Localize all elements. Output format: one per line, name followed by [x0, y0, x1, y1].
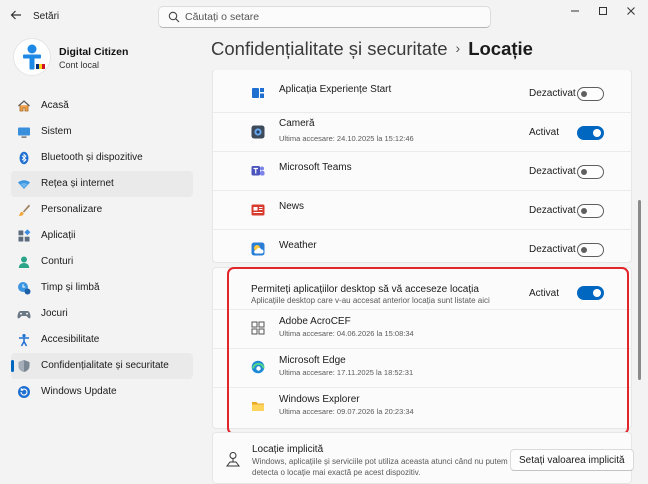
sidebar-item-personalization[interactable]: Personalizare	[11, 197, 193, 223]
toggle-start-experiences[interactable]	[577, 87, 604, 101]
breadcrumb-parent[interactable]: Confidențialitate și securitate	[211, 38, 448, 59]
app-row-teams: Microsoft Teams Dezactivat	[213, 152, 632, 191]
close-icon[interactable]	[620, 6, 642, 20]
toggle-news[interactable]	[577, 204, 604, 218]
start-experiences-icon	[252, 88, 264, 98]
desktop-app-explorer: Windows Explorer Ultima accesare: 09.07.…	[213, 388, 632, 427]
desktop-apps-header: Permiteți aplicațiilor desktop să vă acc…	[213, 274, 632, 310]
maximize-icon[interactable]	[592, 6, 614, 20]
profile-name: Digital Citizen	[59, 46, 129, 58]
app-row-start-experiences: Aplicația Experiențe Start Dezactivat	[213, 74, 632, 113]
explorer-icon	[252, 402, 264, 411]
page-title: Locație	[468, 38, 533, 59]
sidebar-item-gaming[interactable]: Jocuri	[11, 301, 193, 327]
camera-icon	[251, 125, 265, 139]
digital-citizen-logo-icon	[23, 44, 45, 70]
sidebar-nav: Acasă Sistem Bluetooth și dispozitive Re…	[11, 93, 193, 405]
sidebar-item-bluetooth[interactable]: Bluetooth și dispozitive	[11, 145, 193, 171]
edge-icon	[251, 360, 265, 374]
system-icon	[18, 127, 30, 138]
sidebar-item-accounts[interactable]: Conturi	[11, 249, 193, 275]
toggle-weather[interactable]	[577, 243, 604, 257]
scrollbar[interactable]	[638, 200, 641, 380]
desktop-apps-card: Permiteți aplicațiilor desktop să vă acc…	[212, 267, 632, 429]
sidebar-item-privacy-security[interactable]: Confidențialitate și securitate	[11, 353, 193, 379]
brush-icon	[18, 204, 30, 216]
teams-icon	[251, 166, 265, 176]
search-box[interactable]	[158, 6, 491, 28]
avatar	[13, 38, 51, 76]
sidebar-item-network[interactable]: Rețea și internet	[11, 171, 193, 197]
breadcrumb: Confidențialitate și securitate › Locație	[211, 38, 533, 60]
app-title: Setări	[33, 11, 60, 22]
time-language-icon	[18, 282, 31, 295]
breadcrumb-separator: ›	[455, 40, 461, 56]
acrocef-icon	[251, 321, 265, 335]
desktop-app-acrocef: Adobe AcroCEF Ultima accesare: 04.06.202…	[213, 310, 632, 349]
toggle-camera[interactable]	[577, 126, 604, 140]
account-type: Cont local	[59, 60, 100, 70]
default-location-card: Locație implicită Windows, aplicațiile ș…	[212, 432, 634, 484]
accessibility-icon	[19, 334, 29, 347]
app-permissions-card: Aplicația Experiențe Start Dezactivat Ca…	[212, 70, 632, 263]
toggle-teams[interactable]	[577, 165, 604, 179]
accounts-icon	[18, 256, 30, 268]
app-row-camera: Cameră Ultima accesare: 24.10.2025 la 15…	[213, 113, 632, 152]
bluetooth-icon	[19, 151, 29, 165]
app-row-news: News Dezactivat	[213, 191, 632, 230]
gaming-icon	[17, 311, 31, 319]
app-row-weather: Weather Dezactivat	[213, 230, 632, 269]
home-icon	[18, 100, 30, 112]
apps-icon	[18, 229, 31, 242]
sidebar-item-home[interactable]: Acasă	[11, 93, 193, 119]
set-default-button[interactable]: Setați valoarea implicită	[510, 449, 634, 471]
search-icon	[168, 11, 180, 23]
location-pin-icon	[226, 452, 240, 467]
news-icon	[251, 204, 265, 216]
sidebar-item-windows-update[interactable]: Windows Update	[11, 379, 193, 405]
minimize-icon[interactable]	[564, 6, 586, 20]
sidebar-item-time-language[interactable]: Timp și limbă	[11, 275, 193, 301]
search-input[interactable]	[185, 9, 475, 25]
title-bar: Setări	[0, 0, 648, 34]
shield-icon	[18, 360, 30, 372]
sidebar-item-accessibility[interactable]: Accesibilitate	[11, 327, 193, 353]
toggle-desktop-apps[interactable]	[577, 286, 604, 300]
sidebar-item-apps[interactable]: Aplicații	[11, 223, 193, 249]
weather-icon	[251, 242, 265, 256]
location-settings-panel: Aplicația Experiențe Start Dezactivat Ca…	[212, 70, 632, 484]
back-arrow-icon[interactable]	[9, 8, 25, 24]
update-icon	[18, 386, 30, 398]
sidebar-item-system[interactable]: Sistem	[11, 119, 193, 145]
desktop-app-edge: Microsoft Edge Ultima accesare: 17.11.20…	[213, 349, 632, 388]
wifi-icon	[18, 180, 30, 189]
